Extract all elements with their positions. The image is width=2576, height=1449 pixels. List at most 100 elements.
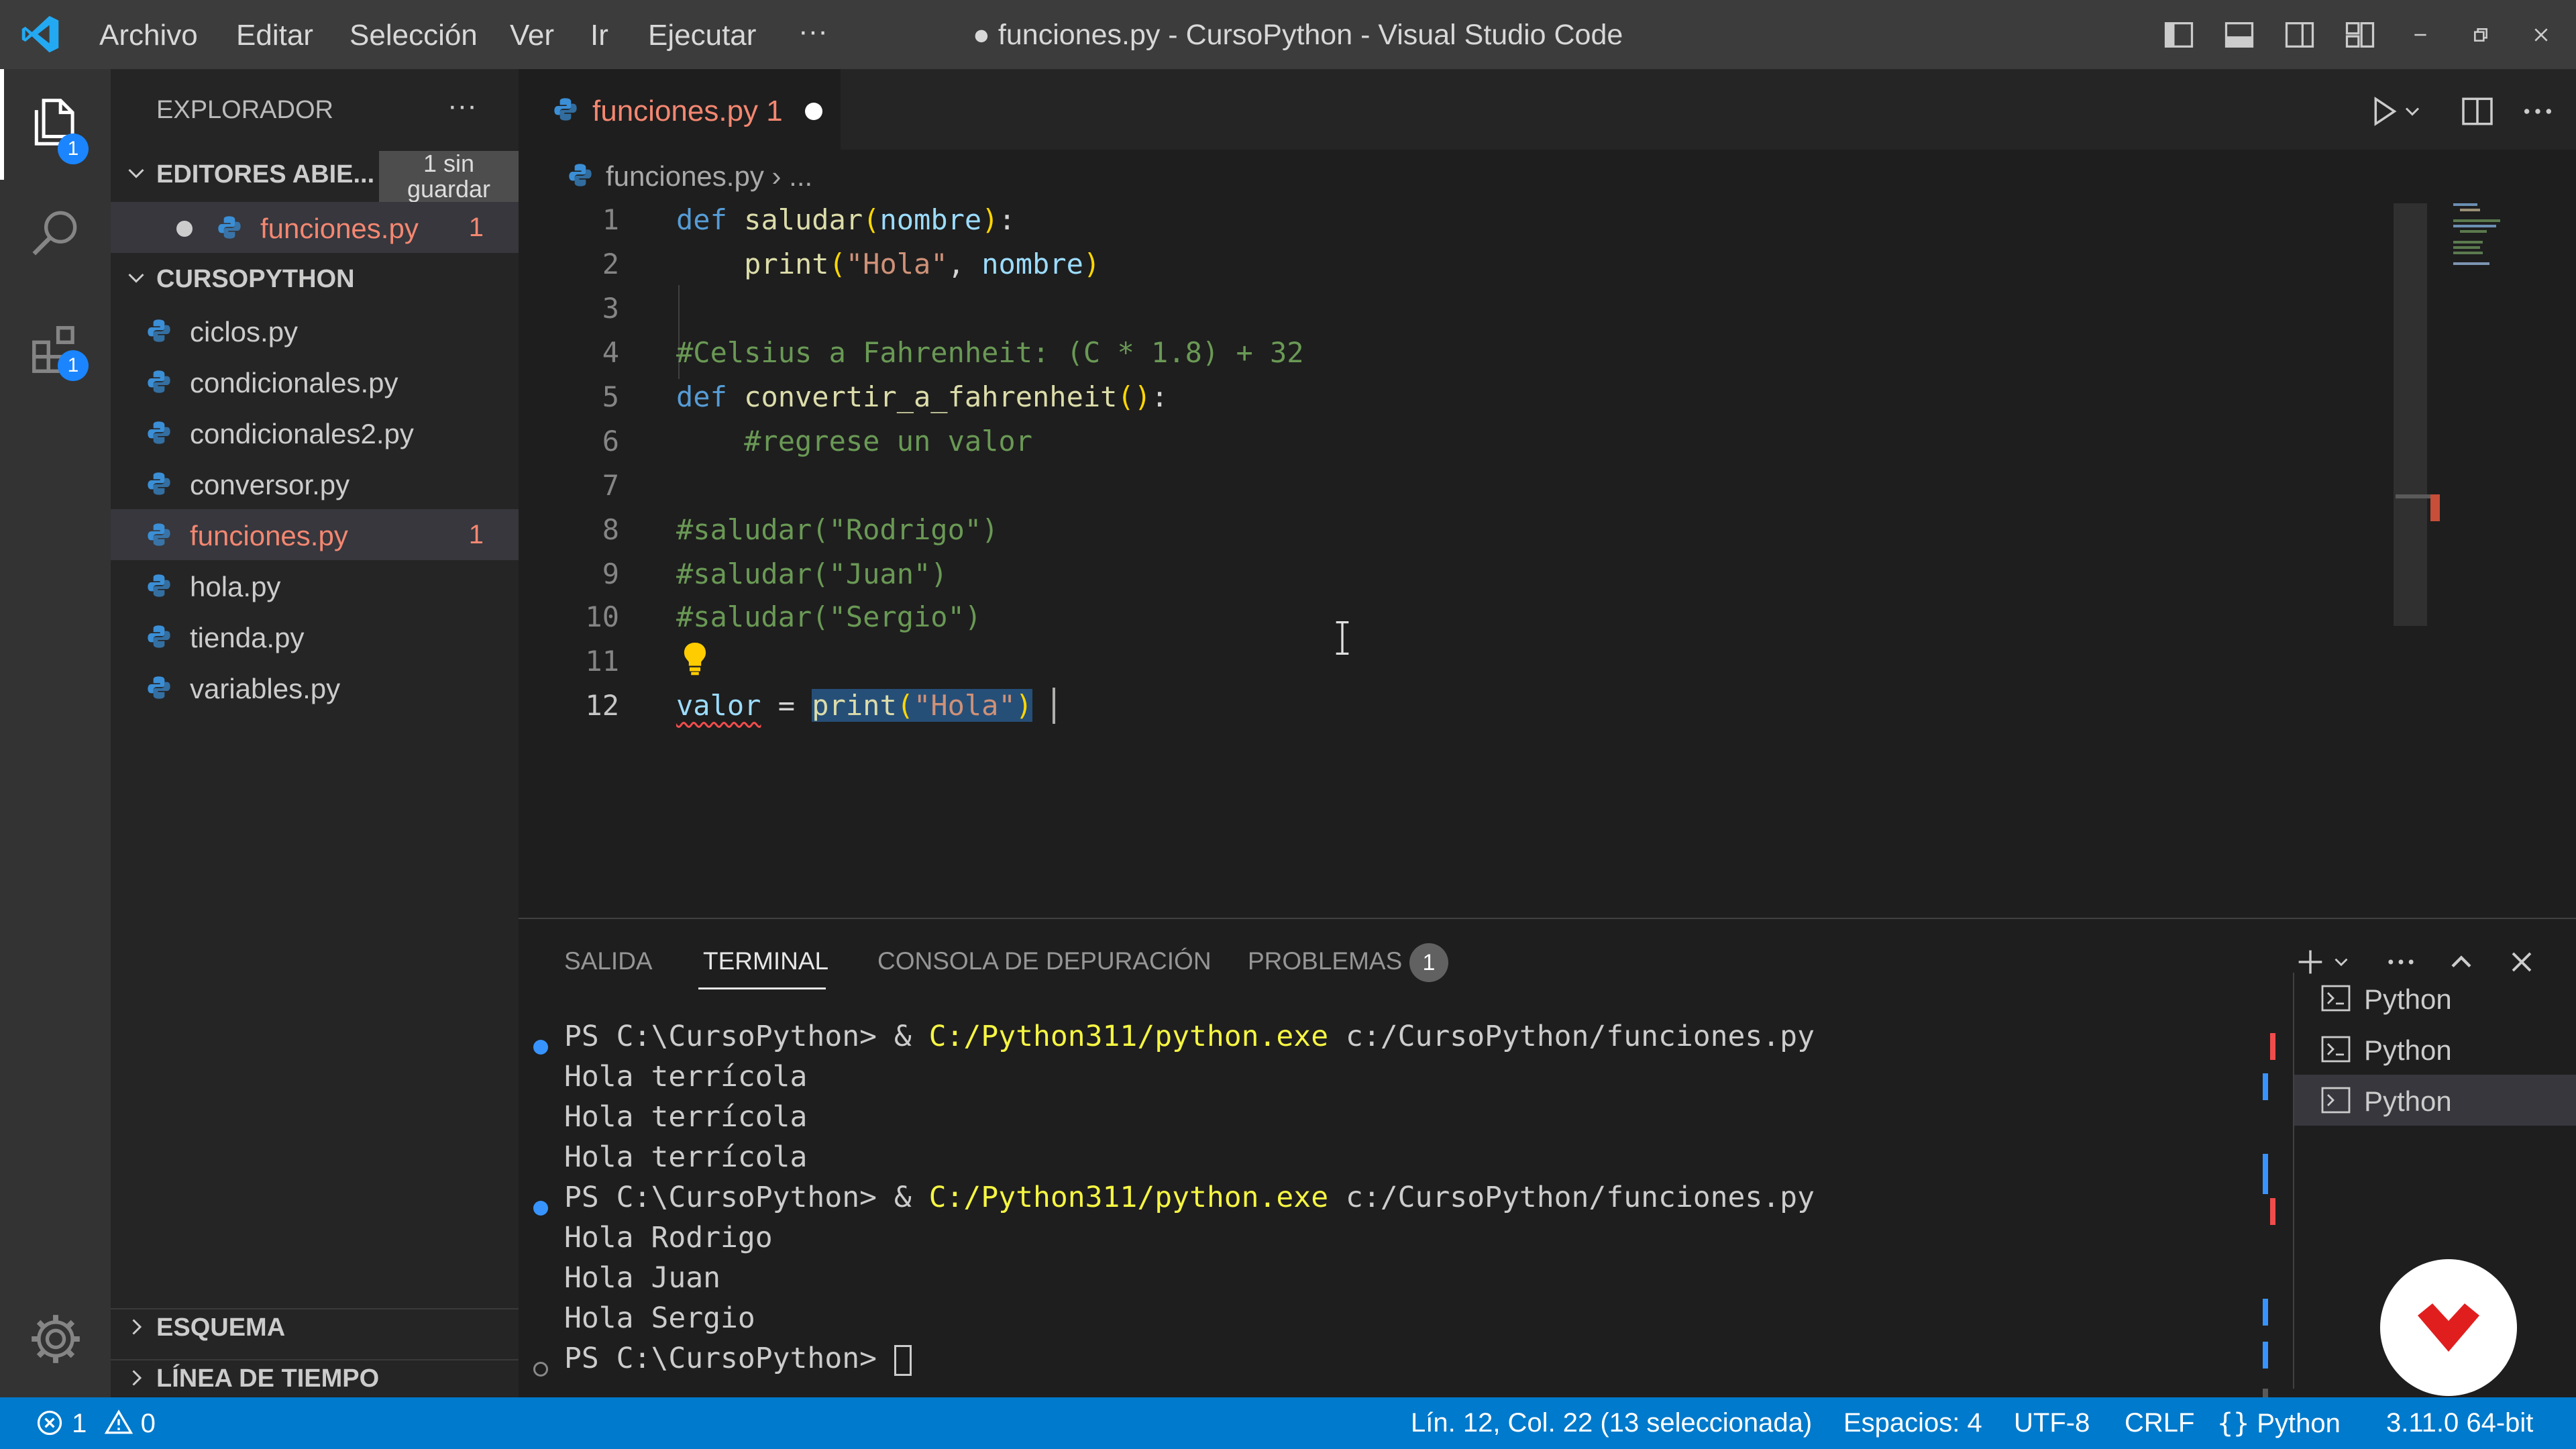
search-icon[interactable] (27, 203, 85, 261)
more-actions-icon[interactable] (2519, 93, 2557, 130)
language-mode[interactable]: {} Python (2217, 1408, 2341, 1439)
file-name: conversor.py (190, 469, 350, 500)
terminal-list-item[interactable]: Python (2294, 1075, 2576, 1126)
terminal-list-item[interactable]: Python (2294, 1024, 2576, 1075)
terminal-list-label: Python (2364, 1085, 2452, 1117)
terminal-icon (2321, 985, 2351, 1012)
end-of-line[interactable]: CRLF (2125, 1408, 2194, 1438)
terminal-line: Hola Sergio (564, 1301, 755, 1335)
problems-status[interactable]: 1 0 (35, 1408, 156, 1439)
warning-icon (104, 1409, 133, 1434)
explorer-more-button[interactable]: ··· (447, 89, 477, 123)
terminal-output[interactable]: PS C:\CursoPython> & C:/Python311/python… (519, 1020, 2283, 1409)
file-name: funciones.py (190, 520, 348, 551)
minimap[interactable] (2404, 203, 2576, 918)
menu-editar[interactable]: Editar (236, 19, 313, 52)
file-item[interactable]: conversor.py (111, 458, 519, 509)
tab-consola-depuracion[interactable]: CONSOLA DE DEPURACIÓN (877, 947, 1212, 975)
line-number: 2 (602, 248, 619, 280)
scrollbar-command-marker (2263, 1342, 2268, 1368)
toggle-secondary-sidebar-icon[interactable] (2282, 17, 2317, 52)
python-file-icon (218, 216, 241, 239)
terminal-list-label: Python (2364, 1034, 2452, 1066)
file-item[interactable]: condicionales.py (111, 356, 519, 407)
menu-archivo[interactable]: Archivo (99, 19, 198, 52)
indentation[interactable]: Espacios: 4 (1843, 1408, 1982, 1438)
tab-funciones[interactable]: funciones.py 1 (519, 69, 841, 150)
code-editor[interactable]: 1 2 3 4 5 6 7 8 9 10 11 12 def saludar(nombre): pri… (519, 203, 2576, 918)
close-window-icon[interactable] (2524, 17, 2559, 52)
unsaved-dot-icon[interactable] (805, 103, 822, 120)
gear-icon[interactable] (27, 1310, 85, 1368)
terminal-line: Hola terrícola (564, 1100, 808, 1134)
code-line-6: #regrese un valor (676, 425, 1033, 458)
terminal-list-item[interactable]: Python (2294, 973, 2576, 1024)
explorer-activity[interactable]: 1 (0, 69, 111, 180)
overview-ruler-error (2396, 494, 2436, 498)
tab-problemas[interactable]: PROBLEMAS (1248, 947, 1402, 975)
breadcrumb[interactable]: funciones.py › ... (519, 150, 2576, 203)
editor-scrollbar-slider[interactable] (2394, 203, 2427, 626)
line-number: 8 (602, 513, 619, 546)
minimize-icon[interactable] (2403, 17, 2438, 52)
open-editors-label: EDITORES ABIE... (156, 160, 375, 189)
tab-terminal[interactable]: TERMINAL (703, 947, 828, 975)
file-item[interactable]: variables.py (111, 662, 519, 713)
command-decoration-icon[interactable] (533, 1201, 548, 1216)
tab-salida[interactable]: SALIDA (564, 947, 653, 975)
code-line-5: def convertir_a_fahrenheit(): (676, 380, 1169, 413)
overview-ruler-error-mark (2430, 494, 2440, 521)
text-ibeam-cursor-icon (1336, 621, 1349, 655)
menu-ir[interactable]: Ir (590, 19, 608, 52)
file-item[interactable]: ciclos.py (111, 305, 519, 356)
terminal-icon (2321, 1087, 2351, 1114)
lightbulb-icon[interactable] (680, 639, 710, 677)
file-name: condicionales2.py (190, 418, 414, 449)
menu-more[interactable]: ··· (798, 15, 828, 48)
code-line-1: def saludar(nombre): (676, 203, 1016, 236)
brand-logo-mark-icon (2418, 1303, 2479, 1352)
run-dropdown-chevron-icon[interactable] (2400, 93, 2424, 130)
cursopython-folder-section[interactable]: CURSOPYTHON (111, 265, 519, 294)
python-file-icon (148, 523, 170, 546)
split-editor-icon[interactable] (2459, 93, 2496, 130)
error-count: 1 (72, 1409, 87, 1438)
toggle-panel-icon[interactable] (2222, 17, 2257, 52)
toggle-primary-sidebar-icon[interactable] (2161, 17, 2196, 52)
extensions-activity[interactable]: 1 (0, 307, 111, 418)
line-number: 5 (602, 380, 619, 413)
restore-icon[interactable] (2463, 17, 2498, 52)
explorer-badge: 1 (58, 133, 89, 164)
encoding[interactable]: UTF-8 (2014, 1408, 2090, 1438)
customize-layout-icon[interactable] (2343, 17, 2377, 52)
menu-seleccion[interactable]: Selección (350, 19, 478, 52)
file-item[interactable]: condicionales2.py (111, 407, 519, 458)
file-problem-count: 1 (468, 520, 484, 549)
python-interpreter[interactable]: 3.11.0 64-bit (2386, 1408, 2533, 1438)
text-cursor (1053, 688, 1055, 724)
outline-section[interactable]: ESQUEMA (111, 1308, 519, 1342)
open-editor-problem-count: 1 (468, 213, 484, 242)
cursor-position[interactable]: Lín. 12, Col. 22 (13 seleccionada) (1411, 1408, 1812, 1438)
python-file-icon (148, 319, 170, 342)
file-item[interactable]: funciones.py 1 (111, 509, 519, 560)
menu-ejecutar[interactable]: Ejecutar (648, 19, 756, 52)
warning-count: 0 (140, 1409, 156, 1438)
timeline-section[interactable]: LÍNEA DE TIEMPO (111, 1359, 519, 1393)
open-editor-item[interactable]: funciones.py 1 (111, 202, 519, 253)
file-item[interactable]: tienda.py (111, 611, 519, 662)
status-bar: 1 0 Lín. 12, Col. 22 (13 seleccionada) E… (0, 1397, 2576, 1449)
run-icon[interactable] (2365, 93, 2402, 130)
chevron-down-icon (128, 273, 144, 283)
command-decoration-icon[interactable] (533, 1362, 548, 1377)
file-item[interactable]: hola.py (111, 560, 519, 611)
scrollbar-error-marker (2270, 1033, 2275, 1060)
unsaved-dot-icon[interactable] (176, 221, 193, 237)
python-file-icon (148, 625, 170, 648)
command-decoration-icon[interactable] (533, 1040, 548, 1055)
breadcrumb-file[interactable]: funciones.py › ... (606, 160, 812, 193)
line-number: 1 (602, 203, 619, 236)
line-number: 6 (602, 425, 619, 458)
line-number: 4 (602, 336, 619, 369)
menu-ver[interactable]: Ver (510, 19, 554, 52)
